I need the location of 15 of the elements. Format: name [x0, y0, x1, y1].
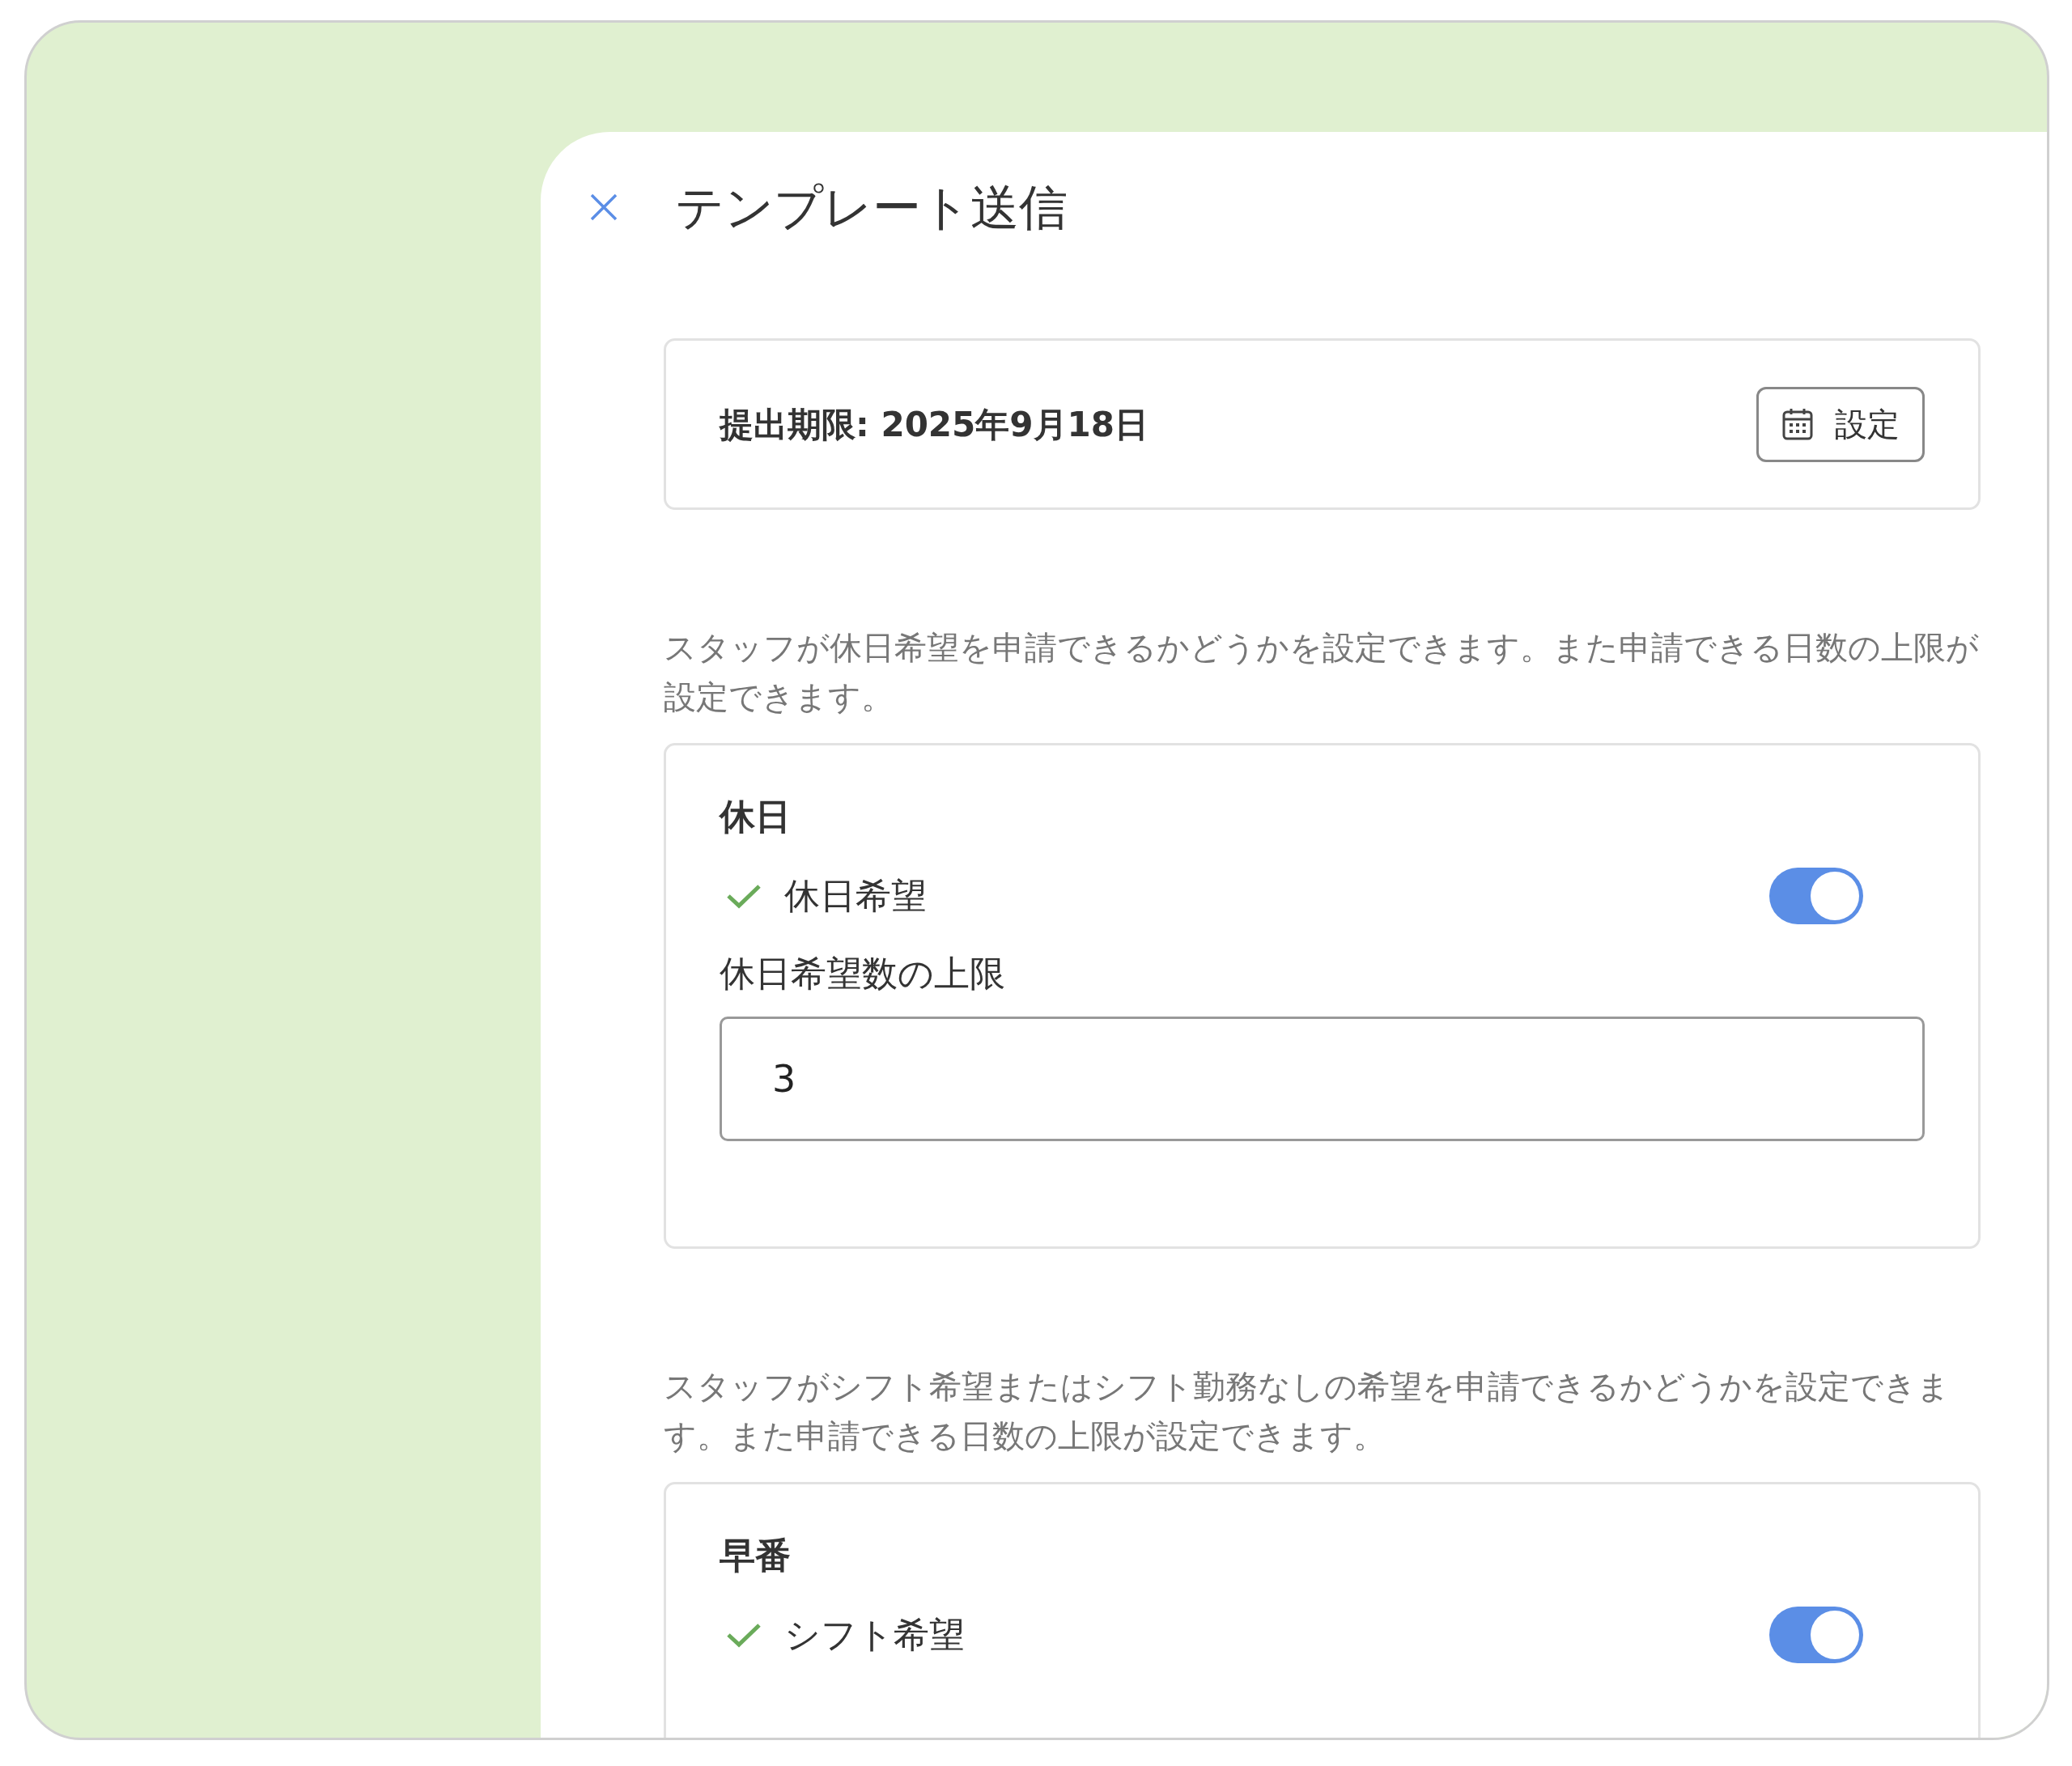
- toggle-label: シフト希望: [784, 1612, 966, 1657]
- check-icon: [726, 1621, 762, 1648]
- set-date-button[interactable]: 設定: [1756, 386, 1925, 462]
- panel-title: テンプレート送信: [675, 177, 1068, 236]
- section-title: 早番: [720, 1534, 792, 1577]
- section-description: スタッフがシフト希望またはシフト勤務なしの希望を申請できるかどうかを設定できます。また申請できる日数の上限が設定できます。: [664, 1366, 1951, 1456]
- close-icon[interactable]: [589, 192, 618, 222]
- field-label: 休日希望数の上限: [720, 951, 1006, 995]
- section-description: スタッフが休日希望を申請できるかどうかを設定できます。また申請できる日数の上限が設定できます。: [664, 628, 1980, 717]
- section-title: 休日: [720, 796, 792, 838]
- deadline-label: 提出期限: 2025年9月18日: [720, 403, 1149, 446]
- limit-input-field[interactable]: 3: [720, 1016, 1925, 1141]
- calendar-icon: [1781, 407, 1814, 441]
- check-icon: [726, 882, 762, 909]
- toggle-label: 休日希望: [784, 873, 928, 918]
